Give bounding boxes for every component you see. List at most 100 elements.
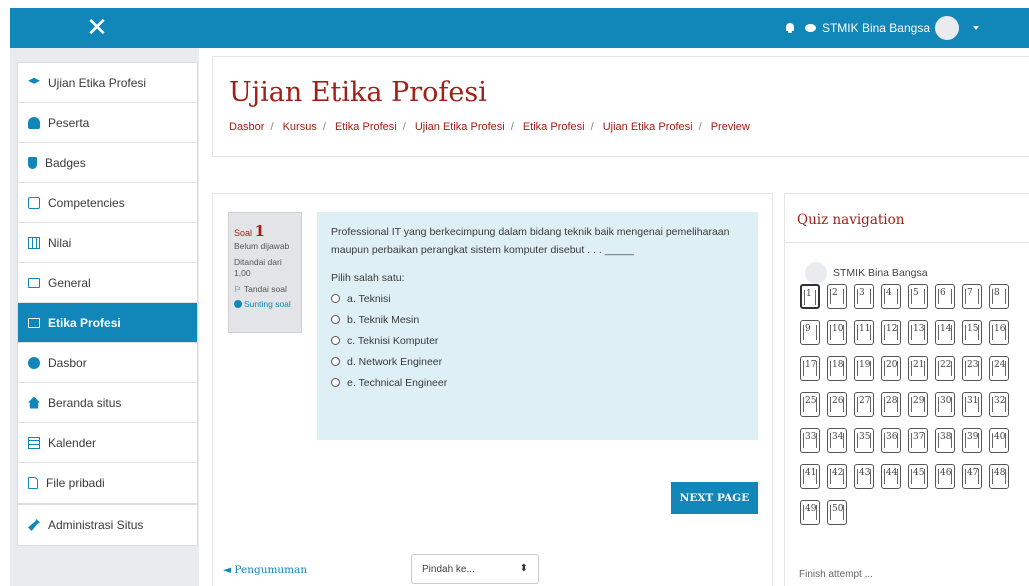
answer-prompt: Pilih salah satu: (331, 271, 405, 284)
user-name[interactable]: STMIK Bina Bangsa (822, 21, 930, 35)
question-nav-button[interactable]: 14 (935, 320, 955, 345)
question-nav-button[interactable]: 30 (935, 392, 955, 417)
question-nav-button[interactable]: 22 (935, 356, 955, 381)
question-nav-button[interactable]: 16 (989, 320, 1009, 345)
question-nav-button[interactable]: 31 (962, 392, 982, 417)
question-nav-button[interactable]: 42 (827, 464, 847, 489)
question-nav-button[interactable]: 1 (800, 284, 820, 309)
close-drawer-icon[interactable]: ✕ (82, 11, 112, 45)
sidebar-item-nilai[interactable]: Nilai (18, 223, 197, 263)
question-nav-button[interactable]: 47 (962, 464, 982, 489)
question-nav-button[interactable]: 24 (989, 356, 1009, 381)
edit-question-link[interactable]: Sunting soal (234, 299, 296, 310)
answer-option[interactable]: d. Network Engineer (331, 356, 744, 368)
sidebar-item-competencies[interactable]: Competencies (18, 183, 197, 223)
question-nav-button[interactable]: 27 (854, 392, 874, 417)
answer-option[interactable]: e. Technical Engineer (331, 377, 744, 389)
flag-question-link[interactable]: ⚐ Tandai soal (234, 284, 296, 295)
radio-button[interactable] (331, 294, 340, 304)
question-nav-button[interactable]: 28 (881, 392, 901, 417)
question-nav-button[interactable]: 46 (935, 464, 955, 489)
answer-option[interactable]: c. Teknisi Komputer (331, 335, 744, 347)
question-nav-button[interactable]: 36 (881, 428, 901, 453)
calendar-icon (28, 436, 40, 449)
question-label: Soal (234, 228, 253, 238)
question-nav-button[interactable]: 13 (908, 320, 928, 345)
breadcrumb-item[interactable]: Ujian Etika Profesi (603, 121, 693, 133)
answer-option-label[interactable]: d. Network Engineer (347, 356, 442, 368)
sidebar-item-kalender[interactable]: Kalender (18, 423, 197, 463)
radio-button[interactable] (331, 378, 340, 388)
question-nav-button[interactable]: 50 (827, 500, 847, 525)
question-nav-button[interactable]: 38 (935, 428, 955, 453)
finish-attempt-link[interactable]: Finish attempt ... (799, 569, 873, 580)
question-nav-button[interactable]: 8 (989, 284, 1009, 309)
question-nav-button[interactable]: 11 (854, 320, 874, 345)
question-nav-button[interactable]: 4 (881, 284, 901, 309)
question-nav-button[interactable]: 12 (881, 320, 901, 345)
question-nav-button[interactable]: 32 (989, 392, 1009, 417)
question-nav-button[interactable]: 49 (800, 500, 820, 525)
sidebar-item-beranda-situs[interactable]: Beranda situs (18, 383, 197, 423)
question-nav-button[interactable]: 9 (800, 320, 820, 345)
question-nav-button[interactable]: 21 (908, 356, 928, 381)
sidebar-item-etika-profesi[interactable]: Etika Profesi (18, 303, 197, 343)
question-nav-button[interactable]: 2 (827, 284, 847, 309)
breadcrumb-item[interactable]: Preview (711, 121, 750, 133)
question-nav-button[interactable]: 45 (908, 464, 928, 489)
question-nav-button[interactable]: 34 (827, 428, 847, 453)
question-nav-button[interactable]: 10 (827, 320, 847, 345)
avatar[interactable] (935, 16, 959, 40)
question-nav-button[interactable]: 40 (989, 428, 1009, 453)
question-nav-button[interactable]: 25 (800, 392, 820, 417)
question-nav-button[interactable]: 19 (854, 356, 874, 381)
sidebar-item-ujian-etika-profesi[interactable]: Ujian Etika Profesi (18, 63, 197, 103)
breadcrumb-item[interactable]: Dasbor (229, 121, 264, 133)
radio-button[interactable] (331, 315, 340, 325)
radio-button[interactable] (331, 336, 340, 346)
question-nav-button[interactable]: 35 (854, 428, 874, 453)
breadcrumb-item[interactable]: Etika Profesi (523, 121, 585, 133)
question-nav-button[interactable]: 17 (800, 356, 820, 381)
question-nav-button[interactable]: 23 (962, 356, 982, 381)
sidebar-item-general[interactable]: General (18, 263, 197, 303)
previous-activity-link[interactable]: ◄ Pengumuman (223, 564, 307, 576)
answer-option[interactable]: a. Teknisi (331, 293, 744, 305)
answer-option-label[interactable]: c. Teknisi Komputer (347, 335, 438, 347)
question-nav-button[interactable]: 15 (962, 320, 982, 345)
jump-to-select[interactable]: Pindah ke... ⬍ (411, 554, 539, 584)
radio-button[interactable] (331, 357, 340, 367)
sidebar-item-dasbor[interactable]: Dasbor (18, 343, 197, 383)
sidebar-item-file-pribadi[interactable]: File pribadi (18, 463, 197, 503)
sidebar-item-badges[interactable]: Badges (18, 143, 197, 183)
sidebar-item-peserta[interactable]: Peserta (18, 103, 197, 143)
question-nav-button[interactable]: 26 (827, 392, 847, 417)
question-nav-button[interactable]: 39 (962, 428, 982, 453)
question-nav-button[interactable]: 43 (854, 464, 874, 489)
question-nav-button[interactable]: 18 (827, 356, 847, 381)
bell-icon[interactable] (785, 23, 795, 33)
message-icon[interactable] (804, 24, 816, 32)
answer-option[interactable]: b. Teknik Mesin (331, 314, 744, 326)
caret-down-icon[interactable] (973, 26, 979, 30)
answer-option-label[interactable]: e. Technical Engineer (347, 377, 447, 389)
question-nav-button[interactable]: 48 (989, 464, 1009, 489)
question-nav-button[interactable]: 29 (908, 392, 928, 417)
question-marked-value: 1,00 (234, 268, 251, 279)
question-nav-button[interactable]: 6 (935, 284, 955, 309)
question-nav-button[interactable]: 5 (908, 284, 928, 309)
question-nav-button[interactable]: 3 (854, 284, 874, 309)
breadcrumb-item[interactable]: Etika Profesi (335, 121, 397, 133)
question-nav-button[interactable]: 37 (908, 428, 928, 453)
next-page-button[interactable]: NEXT PAGE (671, 482, 758, 514)
question-nav-button[interactable]: 41 (800, 464, 820, 489)
sidebar-item-administrasi-situs[interactable]: Administrasi Situs (18, 505, 197, 545)
question-nav-button[interactable]: 20 (881, 356, 901, 381)
question-nav-button[interactable]: 33 (800, 428, 820, 453)
answer-option-label[interactable]: b. Teknik Mesin (347, 314, 419, 326)
question-nav-button[interactable]: 44 (881, 464, 901, 489)
breadcrumb-item[interactable]: Kursus (283, 121, 317, 133)
question-nav-button[interactable]: 7 (962, 284, 982, 309)
answer-option-label[interactable]: a. Teknisi (347, 293, 391, 305)
breadcrumb-item[interactable]: Ujian Etika Profesi (415, 121, 505, 133)
